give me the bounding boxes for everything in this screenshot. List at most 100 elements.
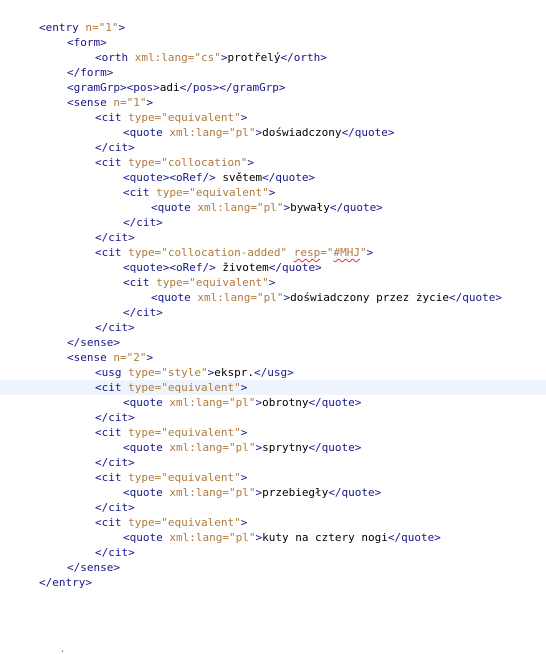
code-line[interactable]: </cit> bbox=[0, 500, 546, 515]
xml-attribute-token: xml:lang="pl" bbox=[197, 291, 284, 304]
code-line[interactable]: </entry> bbox=[0, 575, 546, 590]
xml-tag-token: </quote> bbox=[341, 126, 395, 139]
code-line[interactable]: <quote><oRef/> životem</quote> bbox=[0, 260, 546, 275]
xml-tag-token: <gramGrp><pos> bbox=[67, 81, 160, 94]
code-line[interactable]: <cit type="equivalent"> bbox=[0, 110, 546, 125]
xml-attribute-token: xml:lang="pl" bbox=[197, 201, 284, 214]
xml-attribute-token: xml:lang="pl" bbox=[169, 441, 256, 454]
text-content-token: adi bbox=[159, 81, 180, 94]
code-line[interactable]: <quote xml:lang="pl">kuty na cztery nogi… bbox=[0, 530, 546, 545]
code-line[interactable]: </cit> bbox=[0, 455, 546, 470]
code-line[interactable]: </cit> bbox=[0, 140, 546, 155]
xml-tag-token: </quote> bbox=[262, 171, 316, 184]
xml-tag-token: <sense bbox=[67, 96, 114, 109]
xml-attribute-token: n="1" bbox=[85, 21, 119, 34]
code-line[interactable]: <quote xml:lang="pl">doświadczony</quote… bbox=[0, 125, 546, 140]
xml-tag-token: <entry bbox=[39, 21, 86, 34]
text-content-token: doświadczony bbox=[262, 126, 342, 139]
xml-attribute-token: type="style" bbox=[128, 366, 208, 379]
code-line[interactable]: <entry n="1"> bbox=[0, 20, 546, 35]
code-line[interactable]: </sense> bbox=[0, 560, 546, 575]
code-line[interactable]: <cit type="equivalent"> bbox=[0, 425, 546, 440]
xml-tag-token: </form> bbox=[67, 66, 114, 79]
code-line[interactable]: </cit> bbox=[0, 545, 546, 560]
xml-tag-token: </cit> bbox=[123, 216, 163, 229]
code-line[interactable]: <sense n="1"> bbox=[0, 95, 546, 110]
xml-tag-token: </quote> bbox=[268, 261, 322, 274]
code-line[interactable]: <cit type="collocation"> bbox=[0, 155, 546, 170]
xml-tag-token: <orth bbox=[95, 51, 135, 64]
xml-tag-token: > bbox=[240, 471, 248, 484]
code-line[interactable]: <orth xml:lang="cs">protřelý</orth> bbox=[0, 50, 546, 65]
xml-tag-token: <usg bbox=[95, 366, 129, 379]
xml-attribute-token: xml:lang="pl" bbox=[169, 126, 256, 139]
code-line[interactable]: <quote xml:lang="pl">sprytny</quote> bbox=[0, 440, 546, 455]
code-line[interactable]: <quote><oRef/> světem</quote> bbox=[0, 170, 546, 185]
xml-attribute-token: type="equivalent" bbox=[128, 111, 241, 124]
xml-attribute-token: xml:lang="pl" bbox=[169, 396, 256, 409]
code-line[interactable]: <cit type="equivalent"> bbox=[0, 275, 546, 290]
xml-tag-token: > bbox=[240, 381, 248, 394]
code-line[interactable]: <cit type="equivalent"> bbox=[0, 515, 546, 530]
xml-tag-token: <quote bbox=[123, 531, 170, 544]
code-line[interactable]: <quote xml:lang="pl">przebiegły</quote> bbox=[0, 485, 546, 500]
xml-attribute-token: type="collocation-added" bbox=[128, 246, 288, 259]
code-line[interactable]: </cit> bbox=[0, 410, 546, 425]
code-line[interactable]: <quote xml:lang="pl">doświadczony przez … bbox=[0, 290, 546, 305]
code-line[interactable]: <form> bbox=[0, 35, 546, 50]
xml-attribute-token: n="2" bbox=[113, 351, 147, 364]
xml-tag-token: <cit bbox=[95, 111, 129, 124]
xml-tag-token: <cit bbox=[95, 381, 129, 394]
xml-tag-token: > bbox=[146, 351, 154, 364]
xml-attribute-token: #MHJ bbox=[333, 246, 360, 259]
xml-attribute-token: type="equivalent" bbox=[156, 186, 269, 199]
code-line[interactable]: </cit> bbox=[0, 305, 546, 320]
xml-tag-token: > bbox=[240, 516, 248, 529]
xml-attribute-token: " bbox=[359, 246, 367, 259]
xml-tag-token: </quote> bbox=[308, 396, 362, 409]
code-line[interactable]: <quote xml:lang="pl">obrotny</quote> bbox=[0, 395, 546, 410]
code-line[interactable]: <cit type="equivalent"> bbox=[0, 470, 546, 485]
code-line[interactable]: </form> bbox=[0, 65, 546, 80]
code-line[interactable]: <cit type="collocation-added" resp="#MHJ… bbox=[0, 245, 546, 260]
text-content-token: světem bbox=[215, 171, 263, 184]
xml-tag-token: > bbox=[240, 426, 248, 439]
xml-tag-token: </quote> bbox=[308, 441, 362, 454]
xml-tag-token: </cit> bbox=[95, 141, 135, 154]
code-line[interactable]: </sense> bbox=[0, 335, 546, 350]
xml-attribute-token: type="collocation" bbox=[128, 156, 248, 169]
xml-attribute-token: resp bbox=[293, 246, 321, 259]
xml-tag-token: <quote bbox=[123, 441, 170, 454]
xml-tag-token: <quote bbox=[123, 126, 170, 139]
code-line[interactable]: <quote xml:lang="pl">bywały</quote> bbox=[0, 200, 546, 215]
text-content-token: przebiegły bbox=[262, 486, 329, 499]
xml-tag-token: <quote><oRef/> bbox=[123, 171, 216, 184]
xml-tag-token: </entry> bbox=[39, 576, 92, 589]
xml-attribute-token: xml:lang="cs" bbox=[134, 51, 221, 64]
xml-tag-token: </cit> bbox=[95, 321, 135, 334]
xml-tag-token: </cit> bbox=[95, 501, 135, 514]
code-line[interactable]: </cit> bbox=[0, 230, 546, 245]
xml-tag-token: </sense> bbox=[67, 561, 120, 574]
code-line[interactable]: <gramGrp><pos>adi</pos></gramGrp> bbox=[0, 80, 546, 95]
code-line[interactable]: </cit> bbox=[0, 215, 546, 230]
xml-attribute-token: xml:lang="pl" bbox=[169, 531, 256, 544]
xml-tag-token: > bbox=[146, 96, 154, 109]
cursor-mark bbox=[62, 650, 63, 652]
code-editor[interactable]: <entry n="1"> <form> <orth xml:lang="cs">p… bbox=[0, 20, 546, 590]
xml-attribute-token: type="equivalent" bbox=[128, 426, 241, 439]
code-line[interactable]: <cit type="equivalent"> bbox=[0, 185, 546, 200]
xml-tag-token: <cit bbox=[95, 246, 129, 259]
xml-tag-token: <cit bbox=[95, 516, 129, 529]
code-line[interactable]: </cit> bbox=[0, 320, 546, 335]
xml-tag-token: </cit> bbox=[95, 411, 135, 424]
xml-tag-token: <cit bbox=[95, 471, 129, 484]
xml-editor-window: { "colors": { "tag": "#17178a", "attribu… bbox=[0, 0, 546, 654]
xml-attribute-token: n="1" bbox=[113, 96, 147, 109]
code-line-current[interactable]: <cit type="equivalent"> bbox=[0, 380, 546, 395]
text-content-token: životem bbox=[215, 261, 269, 274]
xml-attribute-token: =" bbox=[320, 246, 334, 259]
xml-tag-token: <cit bbox=[123, 276, 157, 289]
code-line[interactable]: <sense n="2"> bbox=[0, 350, 546, 365]
code-line[interactable]: <usg type="style">ekspr.</usg> bbox=[0, 365, 546, 380]
